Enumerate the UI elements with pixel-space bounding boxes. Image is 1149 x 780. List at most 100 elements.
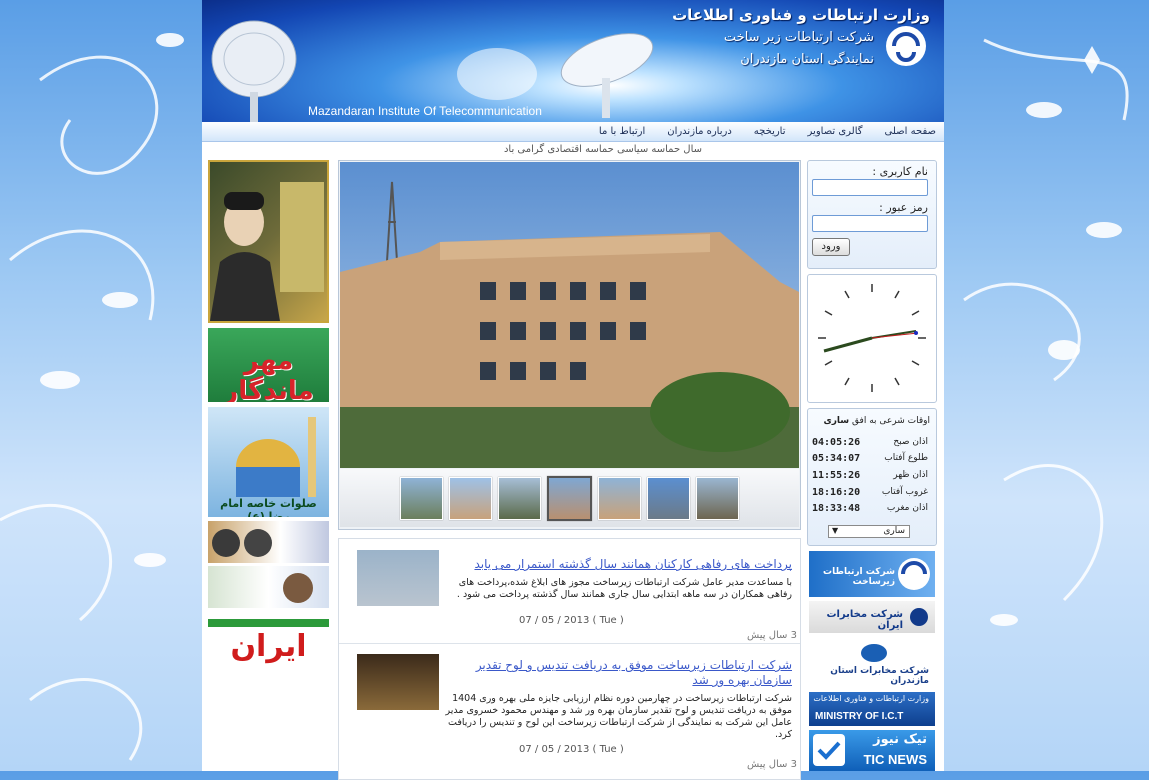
nav-gallery[interactable]: گالری تصاویر xyxy=(808,126,863,137)
thumbnail-3[interactable] xyxy=(498,476,541,520)
infrastructure-logo-icon xyxy=(886,26,926,66)
thumbnail-6[interactable] xyxy=(647,476,690,520)
mazandaran-telecom-logo[interactable]: شرکت مخابرات استان مازندران xyxy=(809,640,935,688)
thumbnail-1[interactable] xyxy=(400,476,443,520)
thumbnail-4-active[interactable] xyxy=(547,475,592,521)
english-title: Mazandaran Institute Of Telecommunicatio… xyxy=(308,104,542,118)
prayer-row: 11:55:26 اذان ظهر xyxy=(812,470,932,486)
login-button[interactable]: ورود xyxy=(812,238,850,256)
branch-title: نمایندگی استان مازندران xyxy=(740,52,874,67)
news-age: 3 سال پیش xyxy=(747,630,797,641)
prayer-times-box: اوقات شرعی به افق ساری 04:05:26 اذان صبح … xyxy=(807,408,937,546)
news-title-link[interactable]: پرداخت های رفاهی کارکنان همانند سال گذشت… xyxy=(447,557,792,572)
president-portrait-image xyxy=(283,573,313,603)
prayer-name: اذان صبح xyxy=(893,437,928,447)
prayer-time: 11:55:26 xyxy=(812,470,861,481)
password-label: رمز عبور : xyxy=(879,201,928,214)
news-age: 3 سال پیش xyxy=(747,759,797,770)
tic-news-logo[interactable]: تیک نیوز TIC NEWS xyxy=(809,730,935,771)
page-container: وزارت ارتباطات و فناوری اطلاعات شرکت ارت… xyxy=(202,0,944,780)
shrine-dome-image xyxy=(236,417,316,497)
thumbnail-5[interactable] xyxy=(598,476,641,520)
company-title: شرکت ارتباطات زیر ساخت xyxy=(723,30,874,45)
news-thumbnail[interactable] xyxy=(357,550,439,606)
prayer-name: اذان مغرب xyxy=(886,503,928,513)
mehr-mandegar-text: مهر ماندگار xyxy=(223,346,314,402)
globe-image xyxy=(457,48,537,100)
ministry-title: وزارت ارتباطات و فناوری اطلاعات xyxy=(672,6,930,24)
news-date: 07 / 05 / 2013 ( Tue ) xyxy=(519,744,624,755)
right-background xyxy=(944,0,1149,771)
leader-banner[interactable] xyxy=(208,160,329,323)
news-divider xyxy=(339,643,800,644)
ict-en-text: MINISTRY OF I.C.T xyxy=(815,711,904,722)
mehr-mandegar-banner[interactable]: مهر ماندگار xyxy=(208,328,329,402)
ict-fa-text: وزارت ارتباطات و فناوری اطلاعات xyxy=(813,694,929,703)
main-nav: صفحه اصلی گالری تصاویر تاریخچه درباره ما… xyxy=(202,122,944,142)
news-list: پرداخت های رفاهی کارکنان همانند سال گذشت… xyxy=(338,538,801,780)
chevron-down-icon: ▼ xyxy=(832,526,839,535)
left-background xyxy=(0,0,202,771)
leaders-portrait-image xyxy=(212,529,272,557)
news-summary: با مساعدت مدیر عامل شرکت ارتباطات زیرساخ… xyxy=(456,577,792,600)
iran-newspaper-banner[interactable]: ایران xyxy=(208,613,329,675)
president-banner[interactable] xyxy=(208,566,329,608)
analog-clock xyxy=(807,274,937,403)
username-label: نام کاربری : xyxy=(872,165,928,178)
image-slider xyxy=(338,160,801,530)
news-summary: شرکت ارتباطات زیرساخت در چهارمین دوره نظ… xyxy=(445,693,792,740)
mokhaberat-text: شرکت مخابرات ایران xyxy=(826,609,903,631)
leader-portrait-image xyxy=(210,182,324,321)
prayer-row: 05:34:07 طلوع آفتاب xyxy=(812,453,932,469)
prayer-time: 18:16:20 xyxy=(812,487,861,498)
prayer-time: 18:33:48 xyxy=(812,503,861,514)
username-input[interactable] xyxy=(812,179,928,196)
mazandaran-telecom-text: شرکت مخابرات استان مازندران xyxy=(830,666,929,686)
prayer-row: 18:16:20 غروب آفتاب xyxy=(812,487,932,503)
password-input[interactable] xyxy=(812,215,928,232)
slider-thumbnails xyxy=(340,469,799,527)
ministry-ict-logo[interactable]: وزارت ارتباطات و فناوری اطلاعات MINISTRY… xyxy=(809,692,935,726)
news-ticker: سال حماسه سیاسی حماسه اقتصادی گرامی باد xyxy=(503,144,702,155)
satellite-dish-right-image xyxy=(560,33,654,118)
tic-en-text: TIC NEWS xyxy=(863,752,927,767)
prayer-time: 05:34:07 xyxy=(812,453,861,464)
news-date: 07 / 05 / 2013 ( Tue ) xyxy=(519,615,624,626)
prayer-name: طلوع آفتاب xyxy=(884,453,928,463)
salavat-text: صلوات خاصه امام رضا (ع) xyxy=(220,497,317,517)
prayer-title: اوقات شرعی به افق ساری xyxy=(823,416,930,426)
prayer-row: 18:33:48 اذان مغرب xyxy=(812,503,932,519)
infra-logo-icon xyxy=(898,558,930,590)
header-banner: وزارت ارتباطات و فناوری اطلاعات شرکت ارت… xyxy=(202,0,944,122)
nav-history[interactable]: تاریخچه xyxy=(754,126,786,137)
nav-about-mazandaran[interactable]: درباره مازندران xyxy=(667,126,732,137)
news-thumbnail[interactable] xyxy=(357,654,439,710)
news-title-link[interactable]: شرکت ارتباطات زیرساخت موفق به دریافت تند… xyxy=(447,658,792,688)
mokhaberat-iran-logo[interactable]: شرکت مخابرات ایران xyxy=(809,601,935,633)
slider-main-photo[interactable] xyxy=(340,162,799,468)
flag-stripe xyxy=(208,619,329,627)
salavat-banner[interactable]: صلوات خاصه امام رضا (ع) xyxy=(208,407,329,517)
city-select[interactable]: ساری ▼ xyxy=(828,525,910,538)
tic-fa-text: تیک نیوز xyxy=(873,732,927,747)
nav-home[interactable]: صفحه اصلی xyxy=(885,126,936,137)
clock-face-icon xyxy=(816,282,928,394)
nav-contact[interactable]: ارتباط با ما xyxy=(599,126,645,137)
thumbnail-7[interactable] xyxy=(696,476,739,520)
checkmark-icon xyxy=(813,734,845,766)
prayer-name: اذان ظهر xyxy=(893,470,928,480)
satellite-dish-left-image xyxy=(211,20,297,122)
login-box: نام کاربری : رمز عبور : ورود xyxy=(807,160,937,269)
prayer-city: ساری xyxy=(823,416,850,426)
infrastructure-company-logo[interactable]: شرکت ارتباطات زیرساخت xyxy=(809,551,935,597)
thumbnail-2[interactable] xyxy=(449,476,492,520)
infra-logo-text: شرکت ارتباطات زیرساخت xyxy=(823,567,895,587)
iran-text: ایران xyxy=(230,629,307,664)
prayer-time: 04:05:26 xyxy=(812,437,861,448)
prayer-title-text: اوقات شرعی به افق xyxy=(852,416,930,426)
city-select-value: ساری xyxy=(883,526,905,536)
prayer-row: 04:05:26 اذان صبح xyxy=(812,437,932,453)
telecom-emblem-icon xyxy=(861,644,887,662)
mokhaberat-icon xyxy=(910,608,928,626)
leaders-banner[interactable] xyxy=(208,521,329,563)
